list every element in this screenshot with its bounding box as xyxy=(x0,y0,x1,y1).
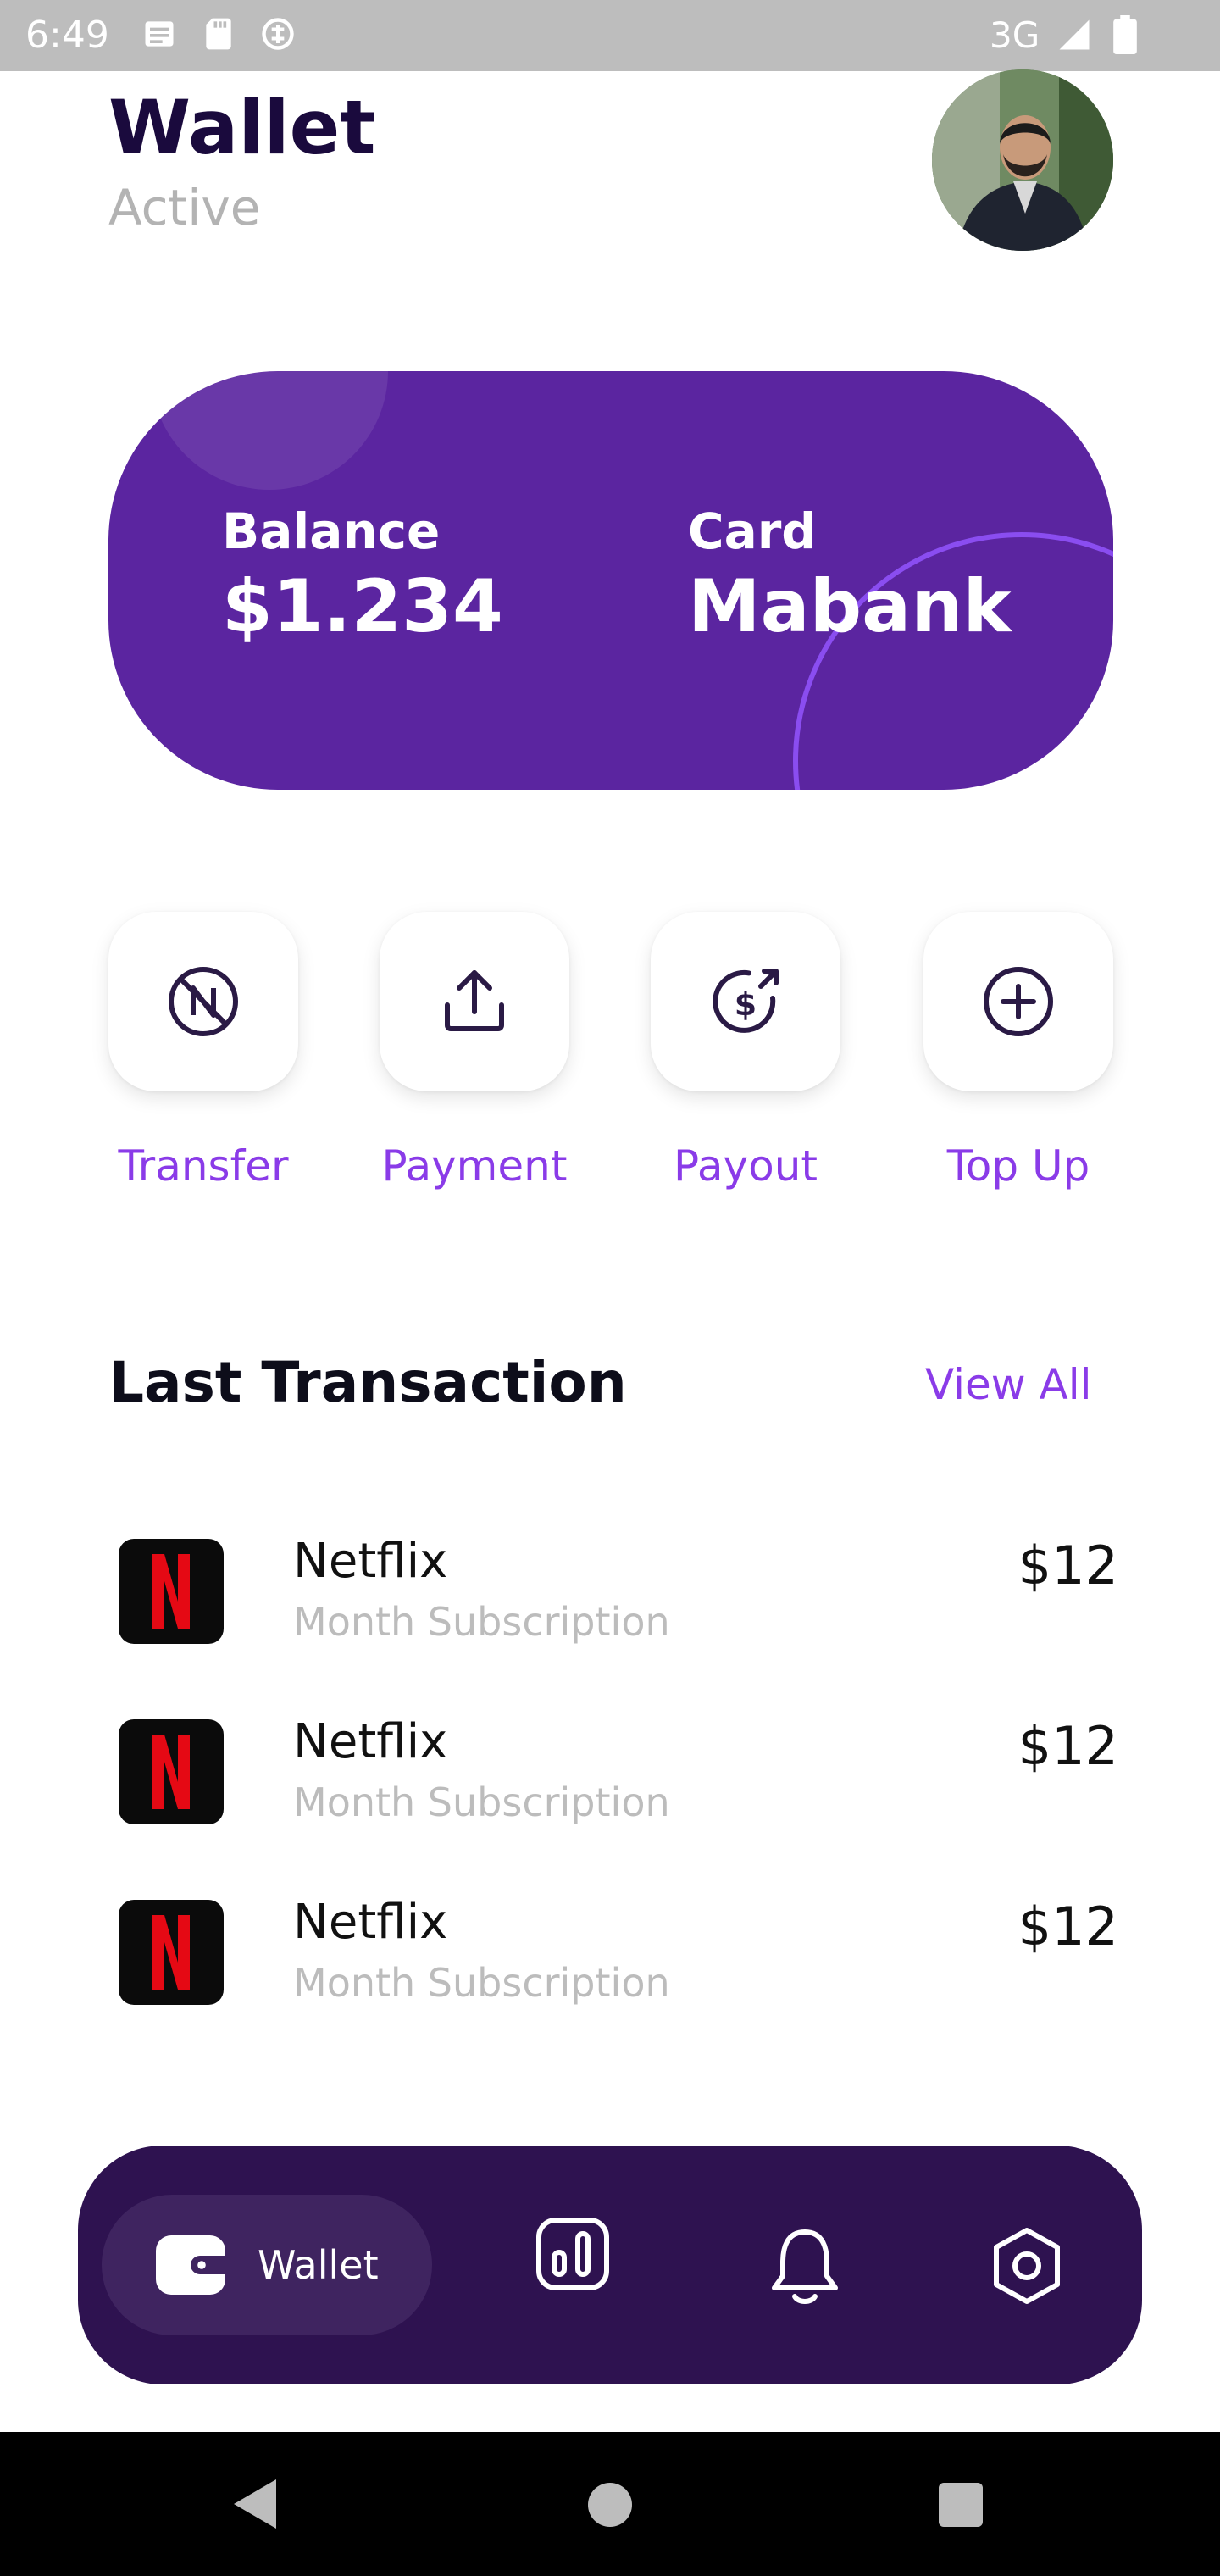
balance-card[interactable]: Balance $1.234 Card Mabank xyxy=(108,371,1113,790)
payment-button[interactable] xyxy=(380,912,569,1091)
wallet-icon xyxy=(156,2235,225,2295)
news-icon xyxy=(145,21,174,47)
settings-icon[interactable] xyxy=(988,2225,1066,2307)
transaction-subtitle: Month Subscription xyxy=(293,1599,670,1645)
netflix-logo xyxy=(119,1539,224,1644)
action-payout[interactable]: $ Payout xyxy=(651,912,840,1191)
balance-value: $1.234 xyxy=(222,564,503,649)
section-title: Last Transaction xyxy=(108,1350,627,1415)
bell-icon[interactable] xyxy=(766,2225,844,2307)
payout-label: Payout xyxy=(673,1141,818,1191)
network-type: 3G xyxy=(990,14,1040,56)
sd-card-icon xyxy=(206,18,231,50)
status-bar: 6:49 3G xyxy=(0,0,1220,71)
card-decoration-circle xyxy=(151,371,388,490)
transaction-name: Netflix xyxy=(293,1714,448,1769)
payout-button[interactable]: $ xyxy=(651,912,840,1091)
no-transfer-icon xyxy=(169,967,238,1036)
status-time: 6:49 xyxy=(25,14,109,57)
vpn-icon xyxy=(262,18,294,50)
top-up-button[interactable] xyxy=(923,912,1113,1091)
back-icon[interactable] xyxy=(232,2478,280,2530)
netflix-n-icon xyxy=(152,1915,190,1990)
page-subtitle: Active xyxy=(108,179,261,236)
netflix-n-icon xyxy=(152,1554,190,1629)
upload-icon xyxy=(445,970,504,1031)
transaction-row[interactable]: Netflix Month Subscription $12 xyxy=(119,1534,1118,1646)
nav-wallet-label: Wallet xyxy=(258,2242,379,2288)
svg-text:$: $ xyxy=(735,985,757,1023)
payment-label: Payment xyxy=(381,1141,568,1191)
status-notification-icons xyxy=(141,15,297,53)
home-icon[interactable] xyxy=(588,2483,632,2527)
avatar-photo xyxy=(932,69,1113,251)
transaction-row[interactable]: Netflix Month Subscription $12 xyxy=(119,1714,1118,1826)
plus-circle-icon xyxy=(984,967,1053,1036)
transaction-amount: $12 xyxy=(1018,1715,1118,1777)
nav-item-wallet[interactable]: Wallet xyxy=(102,2195,432,2335)
netflix-logo xyxy=(119,1719,224,1824)
transaction-name: Netflix xyxy=(293,1895,448,1950)
page-title: Wallet xyxy=(108,84,376,171)
system-nav-bar xyxy=(0,2432,1220,2576)
dollar-payout-icon: $ xyxy=(713,969,779,1033)
balance-label: Balance xyxy=(222,502,441,560)
transfer-button[interactable] xyxy=(108,912,298,1091)
view-all-link[interactable]: View All xyxy=(925,1357,1092,1412)
top-up-label: Top Up xyxy=(946,1141,1090,1191)
signal-icon xyxy=(1059,19,1090,50)
bottom-nav: Wallet xyxy=(78,2146,1142,2384)
transfer-label: Transfer xyxy=(118,1141,289,1191)
netflix-logo xyxy=(119,1900,224,2005)
action-transfer[interactable]: Transfer xyxy=(108,912,298,1191)
netflix-n-icon xyxy=(152,1735,190,1809)
stats-icon[interactable] xyxy=(534,2213,612,2295)
transaction-subtitle: Month Subscription xyxy=(293,1960,670,2006)
transaction-name: Netflix xyxy=(293,1534,448,1589)
transaction-row[interactable]: Netflix Month Subscription $12 xyxy=(119,1895,1118,2007)
action-top-up[interactable]: Top Up xyxy=(923,912,1113,1191)
card-label: Card xyxy=(688,502,817,560)
transaction-amount: $12 xyxy=(1018,1535,1118,1596)
card-name: Mabank xyxy=(688,564,1012,649)
avatar[interactable] xyxy=(932,69,1113,251)
recents-icon[interactable] xyxy=(939,2483,983,2527)
transaction-amount: $12 xyxy=(1018,1896,1118,1957)
action-payment[interactable]: Payment xyxy=(380,912,569,1191)
battery-icon xyxy=(1113,15,1137,54)
transaction-subtitle: Month Subscription xyxy=(293,1779,670,1825)
